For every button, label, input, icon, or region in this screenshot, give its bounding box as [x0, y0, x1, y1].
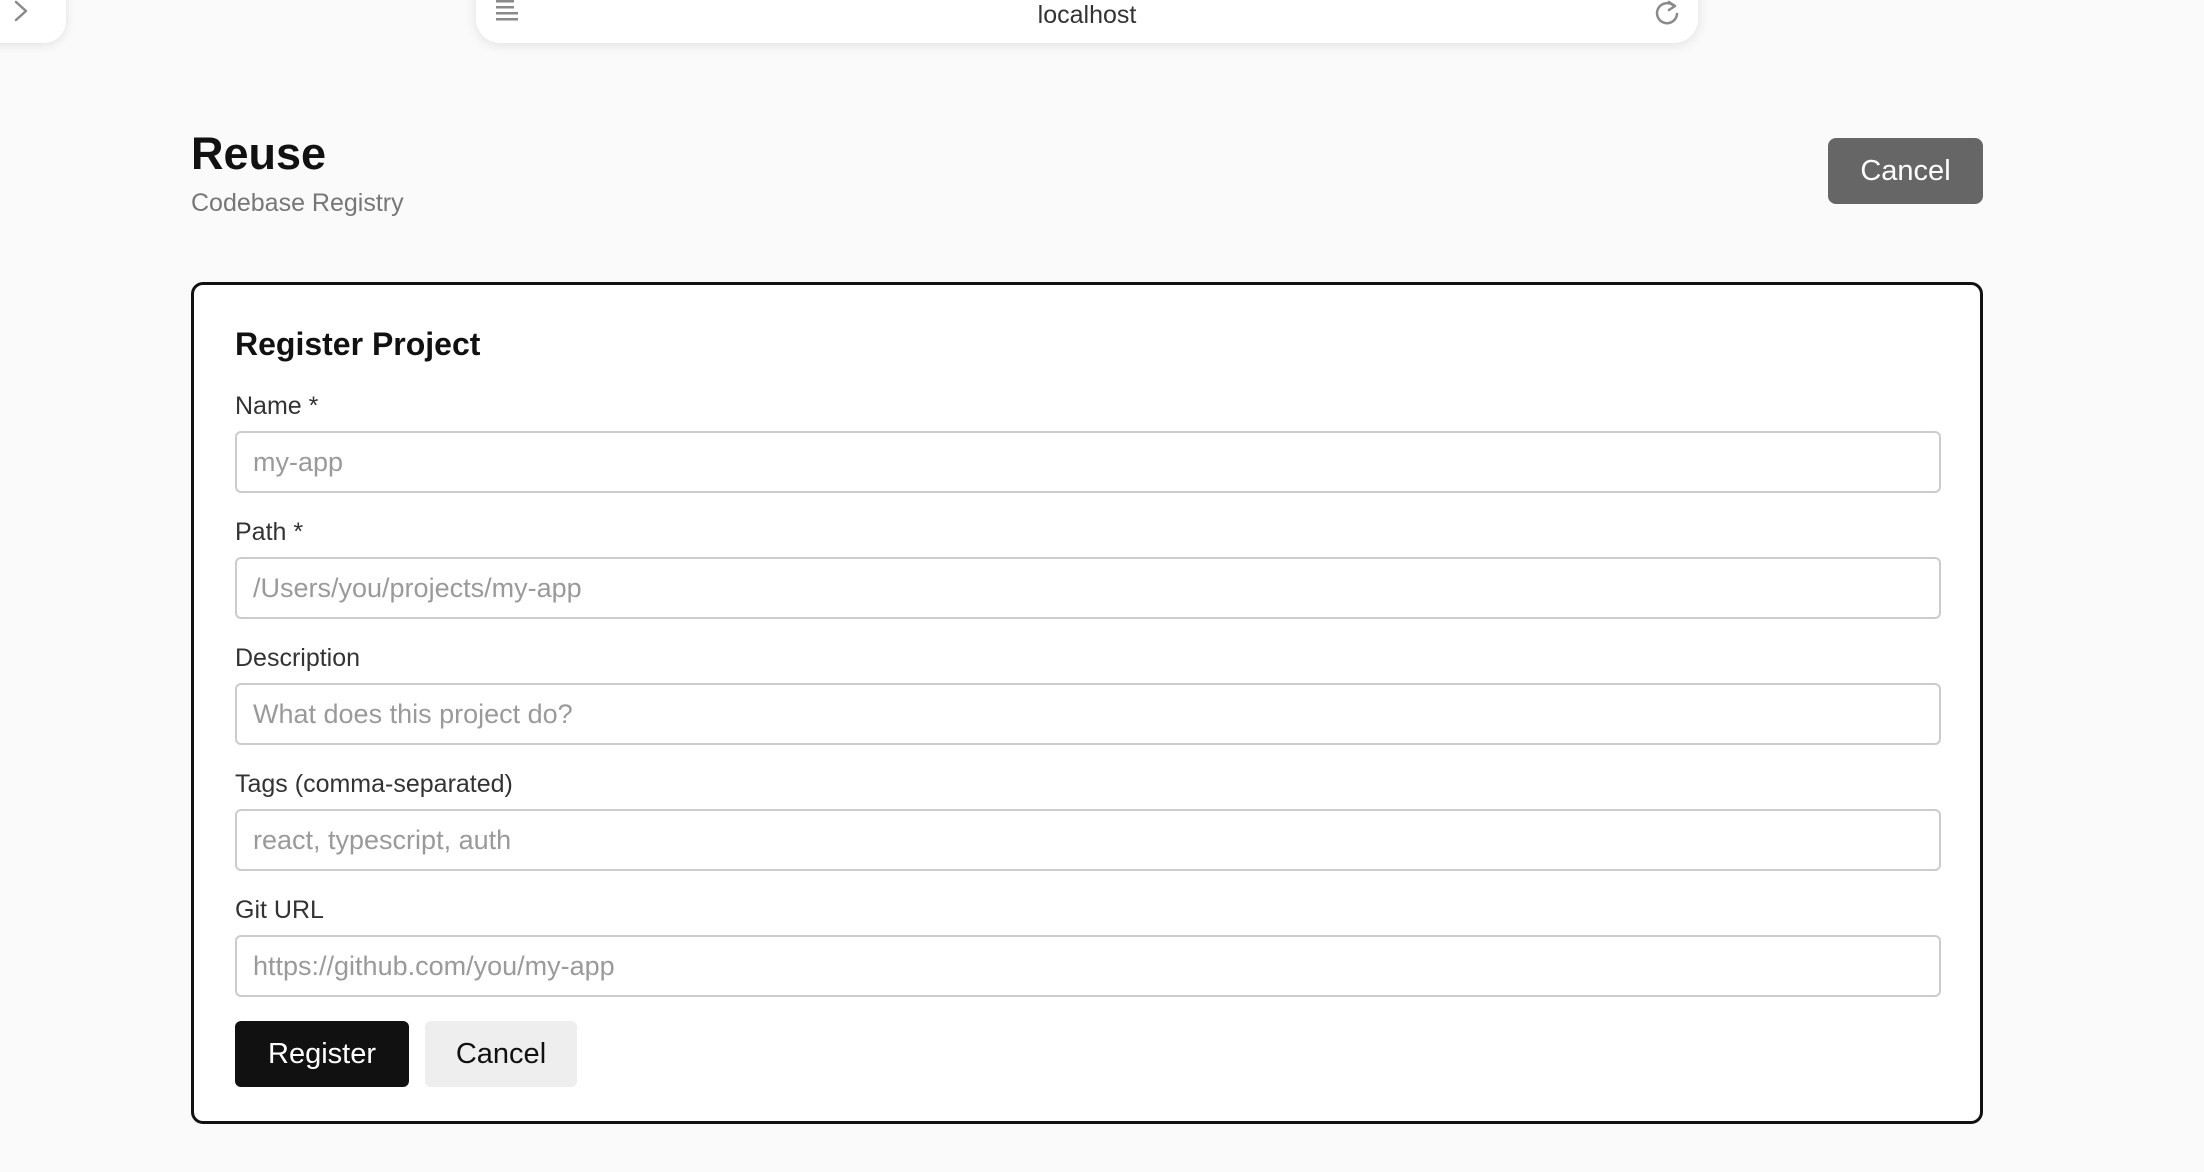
- name-field-group: Name *: [235, 391, 1941, 493]
- tags-label: Tags (comma-separated): [235, 770, 513, 798]
- register-button[interactable]: Register: [235, 1021, 409, 1087]
- tags-field-group: Tags (comma-separated): [235, 769, 1941, 871]
- chevron-right-icon: [14, 0, 28, 22]
- name-input[interactable]: [235, 431, 1941, 493]
- git-url-label: Git URL: [235, 896, 324, 924]
- form-title: Register Project: [235, 326, 481, 362]
- git-url-field-group: Git URL: [235, 895, 1941, 997]
- path-label: Path *: [235, 518, 304, 546]
- url-text: localhost: [1037, 1, 1137, 29]
- header-cancel-button[interactable]: Cancel: [1828, 138, 1983, 204]
- description-label: Description: [235, 644, 361, 672]
- name-label: Name *: [235, 392, 319, 420]
- path-field-group: Path *: [235, 517, 1941, 619]
- register-project-form: Register Project Name * Path * Descripti…: [191, 282, 1983, 1124]
- browser-back-button[interactable]: [0, 0, 66, 43]
- description-field-group: Description: [235, 643, 1941, 745]
- git-url-input[interactable]: [235, 935, 1941, 997]
- path-input[interactable]: [235, 557, 1941, 619]
- app-header: Reuse Codebase Registry Cancel: [191, 128, 1983, 228]
- address-bar[interactable]: localhost: [476, 0, 1698, 43]
- app-subtitle: Codebase Registry: [191, 189, 404, 217]
- tags-input[interactable]: [235, 809, 1941, 871]
- form-actions: Register Cancel: [235, 1021, 1940, 1087]
- reload-icon[interactable]: [1654, 0, 1680, 26]
- form-cancel-button[interactable]: Cancel: [425, 1021, 577, 1087]
- app-title: Reuse: [191, 128, 327, 179]
- description-input[interactable]: [235, 683, 1941, 745]
